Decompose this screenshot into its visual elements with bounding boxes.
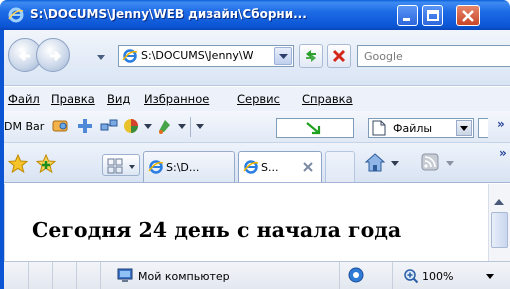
vertical-scrollbar[interactable] <box>488 184 510 261</box>
arrow-graph-icon <box>306 122 321 135</box>
tab-2-label: S... <box>261 161 279 174</box>
chevron-down-icon[interactable] <box>178 124 186 130</box>
toolbar-separator <box>190 117 191 137</box>
menu-bar: Файл Правка Вид Избранное Сервис Справка <box>4 87 510 111</box>
status-divider <box>100 262 101 289</box>
menu-file[interactable]: Файл <box>8 92 40 107</box>
menu-edit[interactable]: Правка <box>51 92 95 107</box>
second-combo[interactable] <box>478 118 488 138</box>
status-divider <box>28 262 29 289</box>
refresh-icon <box>306 50 316 62</box>
zoom-level[interactable]: 100% <box>422 270 453 283</box>
plus-icon[interactable] <box>76 117 94 135</box>
address-dropdown-button[interactable] <box>274 47 292 65</box>
menu-favorites[interactable]: Избранное <box>144 92 209 107</box>
tab-bar: S:\D... S... » <box>4 143 510 183</box>
status-divider <box>52 262 53 289</box>
rss-feed-icon[interactable] <box>421 153 439 171</box>
home-icon[interactable] <box>364 152 386 174</box>
protected-mode-icon[interactable] <box>348 267 364 283</box>
refresh-button[interactable] <box>299 44 323 68</box>
files-label: Файлы <box>393 122 433 135</box>
chevron-down-icon[interactable] <box>486 274 494 280</box>
ie-icon <box>8 7 24 23</box>
document-icon <box>372 120 386 136</box>
tab-1[interactable]: S:\D... <box>143 151 235 182</box>
search-field[interactable] <box>357 45 510 67</box>
status-divider <box>392 262 393 289</box>
status-divider <box>76 262 77 289</box>
page-icon <box>148 160 164 174</box>
chevron-down-icon <box>279 54 288 59</box>
tab-2[interactable]: S... <box>238 151 322 182</box>
scroll-up-icon[interactable] <box>494 198 504 206</box>
page-icon <box>243 160 259 174</box>
title-bar[interactable]: S:\DOCUMS\Jenny\WEB дизайн\Сборни... <box>0 0 510 30</box>
scrollbar-thumb[interactable] <box>491 212 508 248</box>
close-icon <box>462 10 474 22</box>
menu-tools[interactable]: Сервис <box>237 92 280 107</box>
activity-graph <box>276 118 354 138</box>
favorites-star-icon[interactable] <box>8 154 28 174</box>
paint-icon[interactable] <box>156 117 174 135</box>
tab-1-label: S:\D... <box>166 161 200 174</box>
chevron-down-icon[interactable] <box>391 161 399 167</box>
page-content: Сегодня 24 день с начала года <box>4 184 488 261</box>
files-combo[interactable]: Файлы <box>368 118 474 138</box>
address-text[interactable]: S:\DOCUMS\Jenny\W <box>141 49 266 64</box>
navigation-bar: S:\DOCUMS\Jenny\W <box>4 30 510 86</box>
quick-tabs-icon <box>107 158 135 174</box>
zoom-magnifier-icon[interactable] <box>403 268 419 284</box>
dm-bar-label: DM Bar <box>4 120 45 133</box>
maximize-button[interactable] <box>422 5 443 26</box>
files-dropdown-button[interactable] <box>456 120 472 136</box>
chevron-down-icon[interactable] <box>144 124 152 130</box>
chevron-down-icon <box>460 126 468 131</box>
dm-toolbar: DM Bar Файлы » <box>4 111 510 143</box>
back-arrow-icon <box>18 50 30 62</box>
minimize-button[interactable] <box>397 5 418 26</box>
menu-view[interactable]: Вид <box>107 92 130 107</box>
computer-icon <box>117 268 133 282</box>
command-bar-overflow-chevron-icon[interactable]: » <box>499 146 507 160</box>
new-tab-button[interactable] <box>325 151 355 182</box>
page-icon <box>122 49 138 63</box>
forward-button[interactable] <box>36 38 70 72</box>
page-heading: Сегодня 24 день с начала года <box>32 218 402 242</box>
stop-icon <box>332 49 346 63</box>
chevron-down-icon[interactable] <box>196 124 204 130</box>
close-button[interactable] <box>456 5 480 26</box>
window-title: S:\DOCUMS\Jenny\WEB дизайн\Сборни... <box>30 7 307 21</box>
status-divider <box>339 262 340 289</box>
menu-help[interactable]: Справка <box>302 92 353 107</box>
quick-tabs-button[interactable] <box>102 154 140 176</box>
minimize-icon <box>403 18 410 21</box>
stop-button[interactable] <box>327 44 351 68</box>
magnifier-icon[interactable] <box>52 117 70 135</box>
chevron-down-icon[interactable] <box>446 161 454 167</box>
close-tab-icon[interactable] <box>301 160 315 174</box>
add-favorites-icon[interactable] <box>36 154 56 174</box>
maximize-icon <box>427 10 439 21</box>
color-wheel-icon[interactable] <box>122 117 140 135</box>
toolbar-overflow-chevron-icon[interactable]: » <box>497 117 505 131</box>
history-dropdown-icon[interactable] <box>96 54 106 62</box>
forward-arrow-icon <box>50 50 62 62</box>
zone-label: Мой компьютер <box>138 270 230 283</box>
address-field[interactable]: S:\DOCUMS\Jenny\W <box>118 45 294 67</box>
status-bar: Мой компьютер 100% <box>4 261 510 289</box>
network-icon[interactable] <box>100 117 118 135</box>
search-input[interactable] <box>364 48 504 64</box>
